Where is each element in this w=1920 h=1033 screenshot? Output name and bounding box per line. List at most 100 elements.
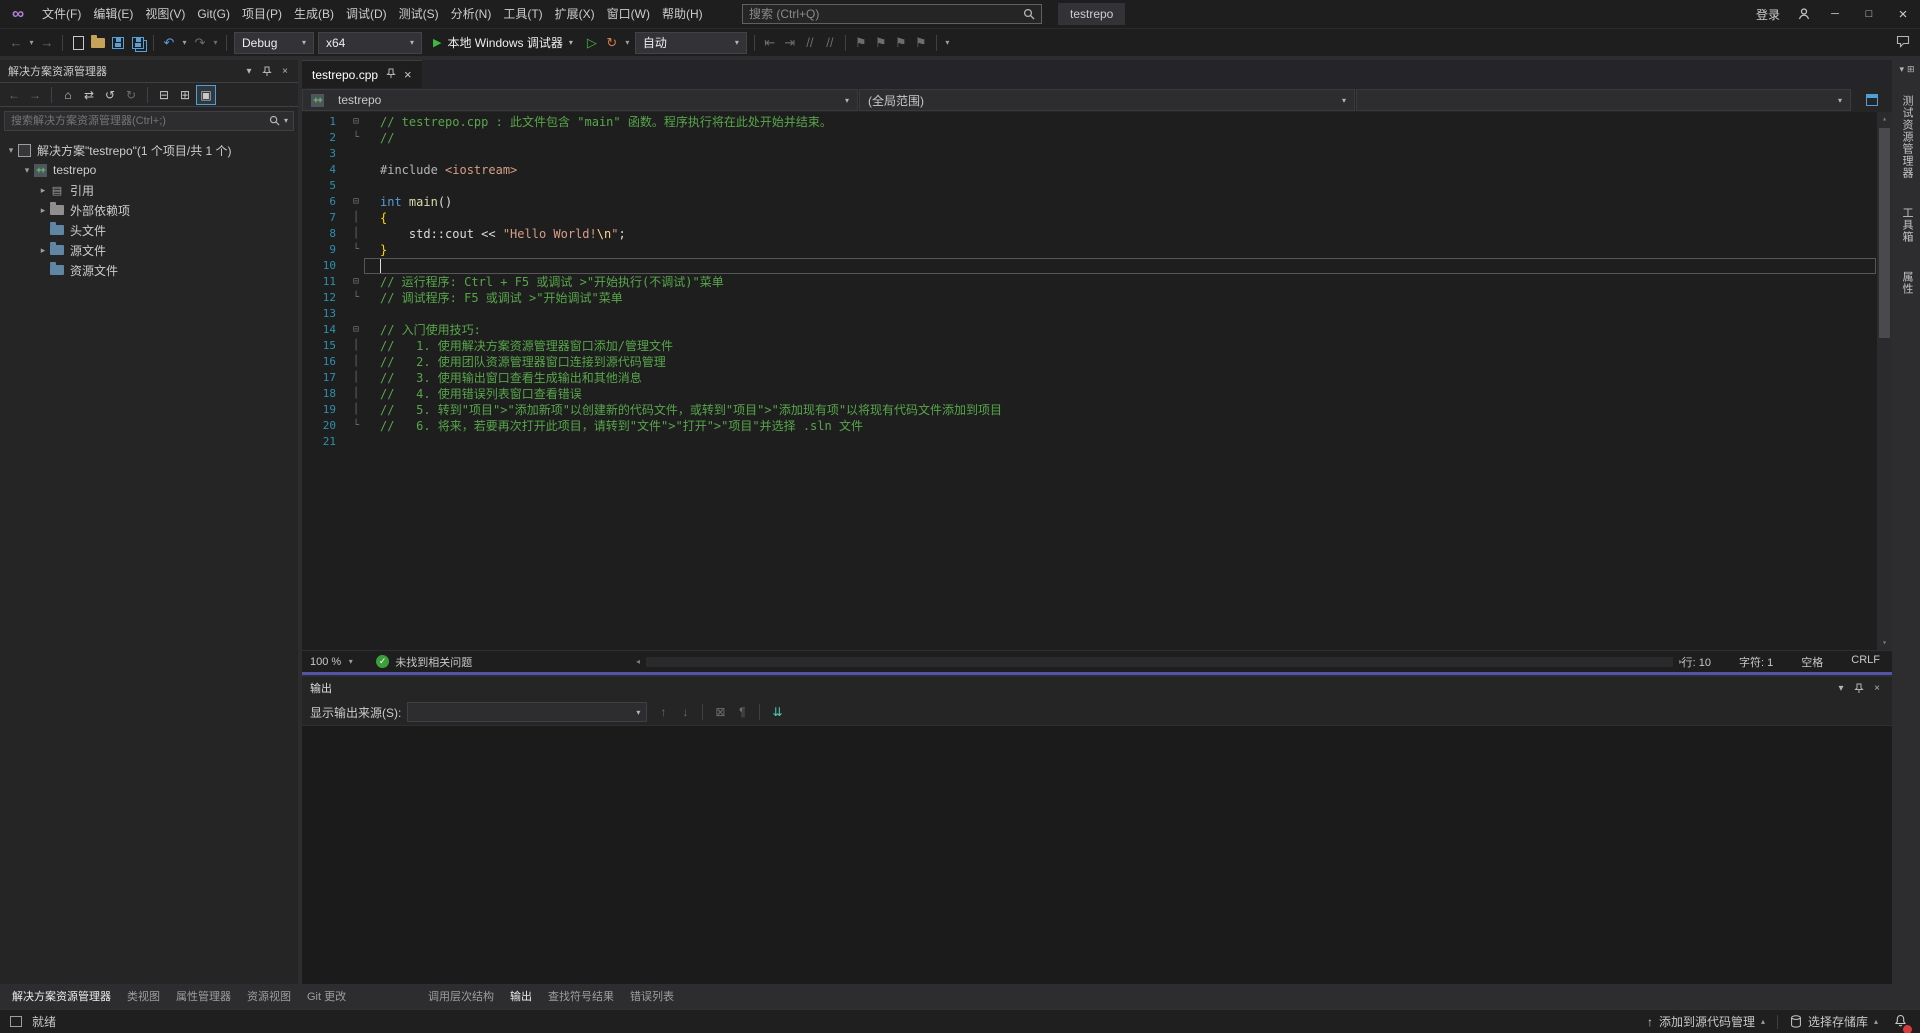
- menu-item[interactable]: 窗口(W): [601, 0, 656, 28]
- cursor-char-indicator[interactable]: 字符: 1: [1739, 654, 1773, 670]
- code-line[interactable]: 18 │ // 4. 使用错误列表窗口查看错误: [302, 386, 1876, 402]
- outlining-icon[interactable]: └: [348, 242, 364, 258]
- menu-item[interactable]: 调试(D): [340, 0, 393, 28]
- pin-icon[interactable]: [258, 62, 276, 80]
- solution-search-input[interactable]: [4, 111, 294, 131]
- hot-reload-mode-dropdown[interactable]: 自动 ▾: [635, 32, 747, 54]
- undo-dropdown-icon[interactable]: ▾: [179, 38, 190, 47]
- code-line[interactable]: 17 │ // 3. 使用输出窗口查看生成输出和其他消息: [302, 370, 1876, 386]
- editor-tabs-dropdown-icon[interactable]: ▾: [1899, 64, 1904, 75]
- expander-icon[interactable]: ▸: [36, 205, 50, 216]
- panel-tab[interactable]: 输出: [502, 984, 540, 1006]
- code-line[interactable]: 11 ⊟ // 运行程序: Ctrl + F5 或调试 >"开始执行(不调试)"…: [302, 274, 1876, 290]
- code-line[interactable]: 5: [302, 178, 1876, 194]
- toggle-word-wrap-icon[interactable]: ¶: [732, 702, 752, 722]
- scrollbar-track[interactable]: [646, 657, 1673, 667]
- member-dropdown[interactable]: ▾: [1356, 89, 1851, 111]
- decrease-indent-icon[interactable]: ⇤: [760, 31, 780, 55]
- outlining-icon[interactable]: ⊟: [348, 194, 364, 210]
- code-line[interactable]: 13: [302, 306, 1876, 322]
- search-input[interactable]: [749, 7, 1017, 21]
- expander-icon[interactable]: ▾: [4, 145, 18, 156]
- code-line[interactable]: 3: [302, 146, 1876, 162]
- output-content[interactable]: [302, 725, 1892, 984]
- tree-item-solution[interactable]: ▾ 解决方案"testrepo"(1 个项目/共 1 个): [0, 140, 298, 160]
- panel-tab[interactable]: Git 更改: [299, 984, 354, 1006]
- autohide-tab[interactable]: 测试资源管理器: [1899, 87, 1915, 187]
- scroll-up-icon[interactable]: ▴: [1877, 112, 1892, 126]
- panel-tab[interactable]: 资源视图: [239, 984, 299, 1006]
- spaces-indicator[interactable]: 空格: [1801, 654, 1823, 670]
- code-line[interactable]: 15 │ // 1. 使用解决方案资源管理器窗口添加/管理文件: [302, 338, 1876, 354]
- code-editor[interactable]: 1 ⊟ // testrepo.cpp : 此文件包含 "main" 函数。程序…: [302, 112, 1892, 650]
- navigate-back-icon[interactable]: ←: [6, 31, 26, 55]
- uncomment-selection-icon[interactable]: //: [820, 31, 840, 55]
- start-debugging-button[interactable]: ▶ 本地 Windows 调试器 ▾: [424, 31, 582, 55]
- pin-icon[interactable]: [1850, 679, 1868, 697]
- tree-item-resource-files[interactable]: 资源文件: [0, 260, 298, 280]
- hot-reload-icon[interactable]: ↻: [602, 31, 622, 55]
- panel-tab[interactable]: 错误列表: [622, 984, 682, 1006]
- clear-bookmarks-icon[interactable]: ⚑: [911, 31, 931, 55]
- undo-icon[interactable]: ↶: [159, 31, 179, 55]
- account-icon[interactable]: [1790, 7, 1818, 21]
- previous-message-icon[interactable]: ↑: [653, 702, 673, 722]
- editor-options-icon[interactable]: ⊞: [1907, 64, 1915, 75]
- scroll-left-icon[interactable]: ◂: [632, 655, 644, 669]
- increase-indent-icon[interactable]: ⇥: [780, 31, 800, 55]
- window-position-icon[interactable]: ▾: [1832, 679, 1850, 697]
- zoom-dropdown[interactable]: 100 % ▾: [310, 656, 356, 668]
- menu-item[interactable]: 文件(F): [36, 0, 87, 28]
- quick-search-box[interactable]: [742, 4, 1042, 24]
- switch-views-icon[interactable]: ⇄: [79, 85, 99, 105]
- forward-icon[interactable]: →: [25, 85, 45, 105]
- code-line[interactable]: 2 └ //: [302, 130, 1876, 146]
- window-position-icon[interactable]: ▾: [240, 62, 258, 80]
- menu-item[interactable]: 项目(P): [236, 0, 288, 28]
- code-line[interactable]: 8 │ std::cout << "Hello World!\n";: [302, 226, 1876, 242]
- solution-explorer-search[interactable]: ▾: [0, 107, 298, 135]
- panel-tab[interactable]: 调用层次结构: [420, 984, 502, 1006]
- notifications-bell-icon[interactable]: [1890, 1014, 1910, 1030]
- panel-tab[interactable]: 解决方案资源管理器: [4, 984, 119, 1006]
- cursor-line-indicator[interactable]: 行: 10: [1682, 654, 1711, 670]
- document-health-indicator[interactable]: ✓ 未找到相关问题: [376, 654, 472, 670]
- scrollbar-thumb[interactable]: [1879, 128, 1890, 338]
- code-line[interactable]: 19 │ // 5. 转到"项目">"添加新项"以创建新的代码文件，或转到"项目…: [302, 402, 1876, 418]
- collapse-all-icon[interactable]: ⊟: [154, 85, 174, 105]
- vertical-scrollbar[interactable]: ▴ ▾: [1877, 112, 1892, 650]
- platform-dropdown[interactable]: x64 ▾: [318, 32, 422, 54]
- code-line[interactable]: 1 ⊟ // testrepo.cpp : 此文件包含 "main" 函数。程序…: [302, 114, 1876, 130]
- panel-splitter-accent[interactable]: [302, 672, 1892, 675]
- select-repository-button[interactable]: 选择存储库 ▴: [1790, 1013, 1878, 1030]
- close-icon[interactable]: ×: [404, 67, 412, 82]
- save-all-icon[interactable]: [128, 31, 148, 55]
- code-line[interactable]: 12 └ // 调试程序: F5 或调试 >"开始调试"菜单: [302, 290, 1876, 306]
- autohide-tab[interactable]: 属性: [1899, 263, 1915, 303]
- code-line[interactable]: 14 ⊟ // 入门使用技巧:: [302, 322, 1876, 338]
- outlining-icon[interactable]: └: [348, 130, 364, 146]
- tree-item-external-dependencies[interactable]: ▸ 外部依赖项: [0, 200, 298, 220]
- output-source-dropdown[interactable]: ▾: [407, 702, 647, 722]
- configuration-dropdown[interactable]: Debug ▾: [234, 32, 314, 54]
- editor-tab-testrepo-cpp[interactable]: testrepo.cpp ×: [302, 60, 422, 88]
- clear-all-icon[interactable]: ⊠: [710, 702, 730, 722]
- outlining-icon[interactable]: └: [348, 290, 364, 306]
- open-file-icon[interactable]: [88, 31, 108, 55]
- hot-reload-dropdown-icon[interactable]: ▾: [622, 38, 633, 47]
- maximize-button[interactable]: □: [1852, 0, 1886, 28]
- menu-item[interactable]: 视图(V): [139, 0, 191, 28]
- close-window-button[interactable]: ×: [1886, 0, 1920, 28]
- code-line[interactable]: 4 #include <iostream>: [302, 162, 1876, 178]
- send-feedback-icon[interactable]: [1896, 35, 1910, 51]
- search-options-icon[interactable]: ▾: [284, 116, 288, 125]
- new-item-icon[interactable]: [68, 31, 88, 55]
- horizontal-scrollbar[interactable]: ◂ ▸: [632, 655, 1687, 669]
- expander-icon[interactable]: ▸: [36, 185, 50, 196]
- navigate-back-dropdown-icon[interactable]: ▾: [26, 38, 37, 47]
- panel-tab[interactable]: 属性管理器: [168, 984, 239, 1006]
- code-line[interactable]: 10: [302, 258, 1876, 274]
- menu-item[interactable]: 生成(B): [288, 0, 340, 28]
- tree-item-project[interactable]: ▾ ++ testrepo: [0, 160, 298, 180]
- toolbar-options-icon[interactable]: ▾: [942, 38, 953, 47]
